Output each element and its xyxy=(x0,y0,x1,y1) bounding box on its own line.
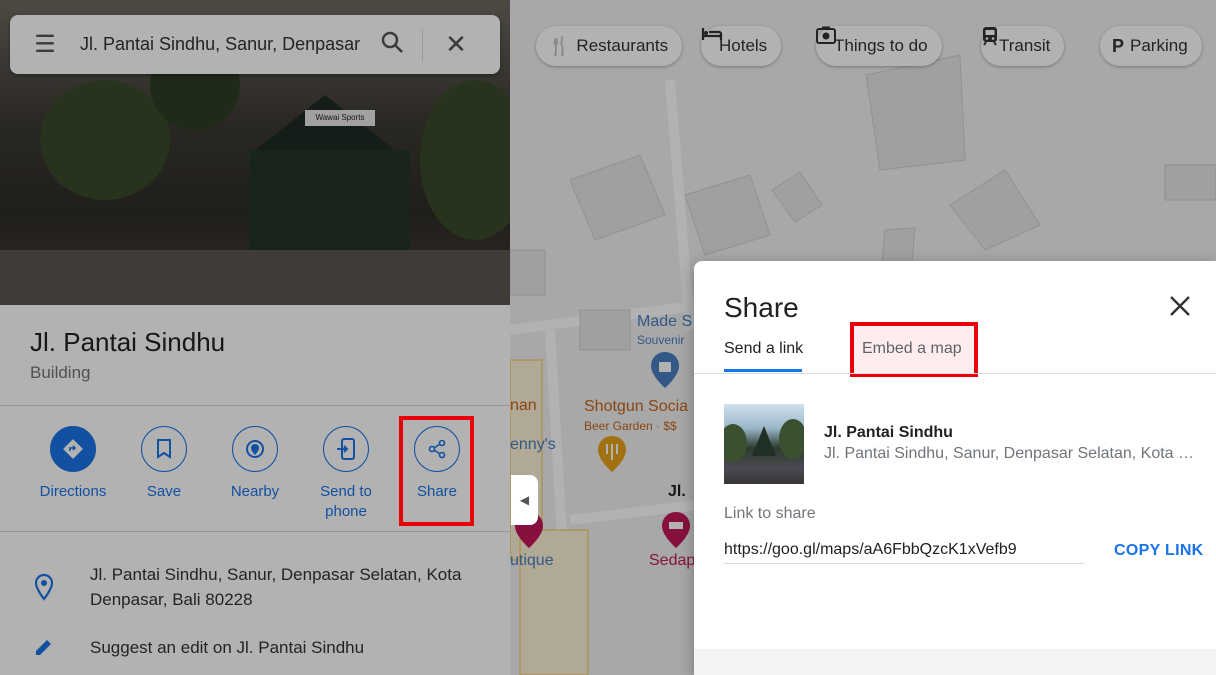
tab-divider xyxy=(694,373,1216,374)
collapse-panel-button[interactable]: ◀ xyxy=(511,475,538,525)
share-dialog: Share Send a link Embed a map Jl. Pantai… xyxy=(694,261,1216,675)
tab-embed-map[interactable]: Embed a map xyxy=(862,340,962,358)
place-thumbnail xyxy=(724,404,804,484)
dialog-title: Share xyxy=(724,292,799,323)
tab-send-link[interactable]: Send a link xyxy=(724,340,803,358)
share-place-name: Jl. Pantai Sindhu xyxy=(824,424,953,441)
share-button-highlight xyxy=(399,416,474,526)
close-icon[interactable] xyxy=(1166,292,1194,320)
link-label: Link to share xyxy=(724,505,816,522)
active-tab-indicator xyxy=(724,369,802,372)
dialog-footer xyxy=(694,649,1216,675)
share-link-input[interactable] xyxy=(724,536,1084,564)
copy-link-button[interactable]: COPY LINK xyxy=(1114,542,1204,560)
share-place-address: Jl. Pantai Sindhu, Sanur, Denpasar Selat… xyxy=(824,445,1196,462)
chevron-left-icon: ◀ xyxy=(519,493,530,507)
